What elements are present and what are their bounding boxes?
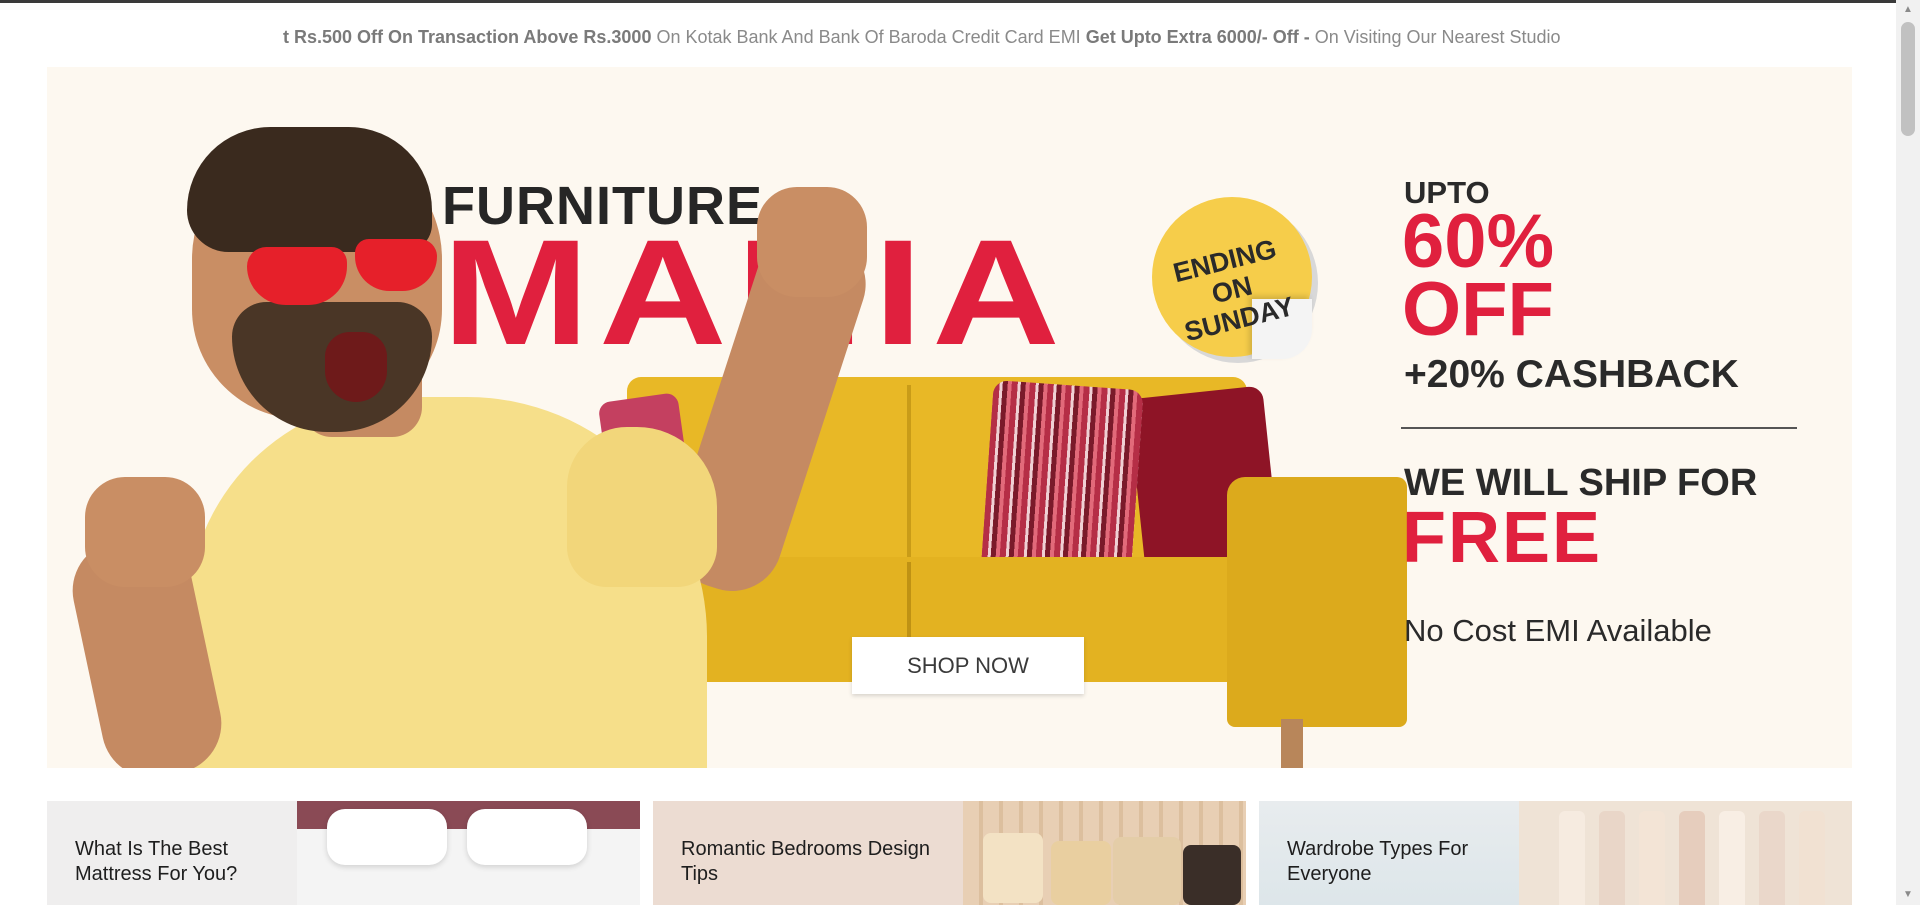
garment-illustration [1799,811,1825,905]
emi-line: No Cost EMI Available [1404,613,1712,648]
garment-illustration [1599,811,1625,905]
man-mouth-illustration [325,332,387,402]
page-scrollbar[interactable]: ▲ ▼ [1896,0,1920,905]
pillow-illustration [467,809,587,865]
blog-card-title: Romantic Bedrooms Design Tips [681,838,930,885]
blog-card-title: Wardrobe Types For Everyone [1287,838,1469,885]
sunglasses-illustration [247,247,347,305]
offer-divider [1401,427,1797,429]
cushion-illustration [1183,845,1241,905]
offer-ticker: t Rs.500 Off On Transaction Above Rs.300… [0,3,1896,66]
ticker-text: t Rs.500 Off On Transaction Above Rs.300… [283,27,1561,48]
garment-illustration [1559,811,1585,905]
cushion-illustration [983,833,1043,903]
ship-free: FREE [1402,498,1603,578]
blog-card-title: What Is The Best Mattress For You? [75,838,238,885]
cushion-illustration [1113,837,1181,905]
ticker-segment-3: Get Upto Extra 6000/- Off - [1085,27,1310,47]
sofa-arm-illustration [1227,477,1407,727]
man-hair-illustration [187,127,432,252]
man-fist-illustration [85,477,205,587]
man-fist-illustration [757,187,867,297]
scrollbar-thumb[interactable] [1901,22,1915,136]
pillow-illustration [980,380,1144,585]
wardrobe-image [1519,801,1852,905]
blog-card-wardrobe[interactable]: Wardrobe Types For Everyone [1259,801,1852,905]
offer-cashback: +20% CASHBACK [1404,353,1739,396]
garment-illustration [1759,811,1785,905]
offer-off: OFF [1402,267,1554,352]
hero-banner[interactable]: FURNITURE MANIA ENDING ON SUNDAY SHOP NO… [47,67,1852,768]
man-sleeve-illustration [567,427,717,587]
scroll-down-arrow-icon[interactable]: ▼ [1896,885,1920,905]
shop-now-button[interactable]: SHOP NOW [852,637,1084,694]
ticker-segment-4: On Visiting Our Nearest Studio [1309,27,1561,47]
ticker-segment-2: On Kotak Bank And Bank Of Baroda Credit … [651,27,1086,47]
scroll-up-arrow-icon[interactable]: ▲ [1896,0,1920,20]
pillow-illustration [327,809,447,865]
sofa-leg-illustration [1281,719,1303,768]
blog-card-mattress[interactable]: What Is The Best Mattress For You? [47,801,640,905]
garment-illustration [1639,811,1665,905]
sofa-seam [907,385,911,575]
garment-illustration [1679,811,1705,905]
ticker-segment-1: t Rs.500 Off On Transaction Above Rs.300… [283,27,652,47]
mattress-image [297,801,640,905]
blog-card-bedrooms[interactable]: Romantic Bedrooms Design Tips [653,801,1246,905]
cushion-illustration [1051,841,1111,905]
bedroom-image [963,801,1246,905]
garment-illustration [1719,811,1745,905]
